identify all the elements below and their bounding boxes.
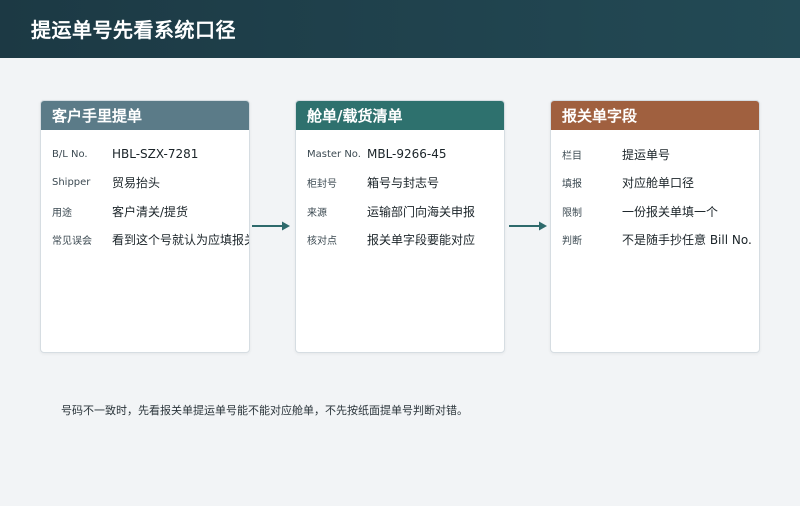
row-label: Master No. xyxy=(307,148,361,160)
card-row: Master No. MBL-9266-45 xyxy=(296,140,504,169)
card-header: 舱单/载货清单 xyxy=(296,101,504,130)
card-header: 报关单字段 xyxy=(551,101,759,130)
row-value: 对应舱单口径 xyxy=(622,176,695,191)
row-label: B/L No. xyxy=(52,148,88,160)
card-row: 用途 客户清关/提货 xyxy=(41,197,249,226)
row-label: 柜封号 xyxy=(307,179,337,191)
page-title: 提运单号先看系统口径 xyxy=(31,18,236,42)
row-label: 来源 xyxy=(307,207,327,219)
card-header: 客户手里提单 xyxy=(41,101,249,130)
card-row: 判断 不是随手抄任意 Bill No. xyxy=(551,226,759,255)
card-row: 常见误会 看到这个号就认为应填报关单 xyxy=(41,226,249,255)
title-bar: 提运单号先看系统口径 xyxy=(0,0,800,58)
card-row: 核对点 报关单字段要能对应 xyxy=(296,226,504,255)
arrow-right-icon xyxy=(509,221,547,231)
card-row: 柜封号 箱号与封志号 xyxy=(296,169,504,198)
row-label: 用途 xyxy=(52,207,72,219)
row-label: Shipper xyxy=(52,177,91,189)
arrow-right-icon xyxy=(252,221,290,231)
row-value: MBL-9266-45 xyxy=(367,147,447,162)
row-value: 一份报关单填一个 xyxy=(622,204,719,219)
card-row: Shipper 贸易抬头 xyxy=(41,169,249,198)
card-row: 限制 一份报关单填一个 xyxy=(551,197,759,226)
row-value: 运输部门向海关申报 xyxy=(367,204,476,219)
card-row: 来源 运输部门向海关申报 xyxy=(296,197,504,226)
row-value: 箱号与封志号 xyxy=(367,176,440,191)
row-label: 填报 xyxy=(562,179,582,191)
footnote: 号码不一致时，先看报关单提运单号能不能对应舱单，不先按纸面提单号判断对错。 xyxy=(61,404,468,417)
card-customer-bl: 客户手里提单 B/L No. HBL-SZX-7281 Shipper 贸易抬头… xyxy=(40,100,250,353)
row-value: 不是随手抄任意 Bill No. xyxy=(622,233,752,248)
row-value: HBL-SZX-7281 xyxy=(112,147,199,162)
row-label: 判断 xyxy=(562,236,582,248)
row-value: 提运单号 xyxy=(622,147,671,162)
row-value: 报关单字段要能对应 xyxy=(367,233,476,248)
row-label: 常见误会 xyxy=(52,236,92,248)
row-label: 限制 xyxy=(562,207,582,219)
row-value: 客户清关/提货 xyxy=(112,204,189,219)
row-label: 栏目 xyxy=(562,150,582,162)
card-declaration-field: 报关单字段 栏目 提运单号 填报 对应舱单口径 限制 一份报关单填一个 判断 不… xyxy=(550,100,760,353)
card-row: 填报 对应舱单口径 xyxy=(551,169,759,198)
card-row: B/L No. HBL-SZX-7281 xyxy=(41,140,249,169)
row-value: 看到这个号就认为应填报关单 xyxy=(112,233,249,248)
card-manifest: 舱单/载货清单 Master No. MBL-9266-45 柜封号 箱号与封志… xyxy=(295,100,505,353)
row-value: 贸易抬头 xyxy=(112,176,161,191)
row-label: 核对点 xyxy=(307,236,337,248)
card-row: 栏目 提运单号 xyxy=(551,140,759,169)
